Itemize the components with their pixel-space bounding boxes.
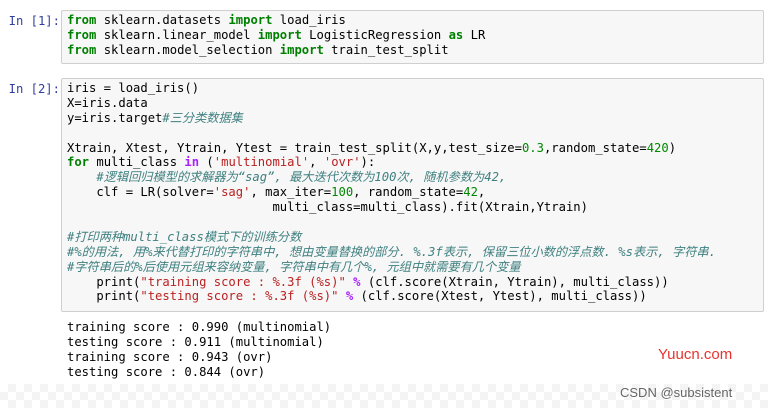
code-token: "training score : %.3f (%s)": [140, 274, 346, 289]
code-token: 42: [463, 185, 478, 200]
code-token: sklearn.datasets: [96, 13, 229, 27]
code-line: #打印两种multi_class模式下的训练分数: [67, 230, 758, 245]
code-line: print("testing score : %.3f (%s)" % (clf…: [67, 289, 758, 304]
code-token: #逻辑回归模型的求解器为“sag”, 最大迭代次数为100次, 随机参数为42,: [96, 170, 507, 185]
output-line: testing score : 0.911 (multinomial): [67, 335, 324, 349]
code-line: multi_class=multi_class).fit(Xtrain,Ytra…: [67, 200, 758, 215]
code-token: %: [353, 274, 361, 289]
code-token: , max_iter=: [250, 185, 332, 200]
code-token: from: [67, 27, 97, 42]
code-token: #打印两种multi_class模式下的训练分数: [67, 229, 302, 244]
code-line: from sklearn.linear_model import Logisti…: [67, 28, 758, 43]
code-token: import: [228, 13, 273, 27]
code-token: y=iris.target: [67, 110, 163, 125]
code-line: y=iris.target#三分类数据集: [67, 111, 758, 126]
code-token: sklearn.linear_model: [96, 27, 258, 42]
code-token: load_iris: [272, 13, 346, 27]
code-token: iris = load_iris(): [67, 81, 200, 95]
code-token: 0.3: [521, 140, 544, 155]
code-token: #%的用法, 用%来代替打印的字符串中, 想由变量替换的部分. %.3f表示, …: [67, 244, 716, 259]
code-line: for multi_class in ('multinomial', 'ovr'…: [67, 155, 758, 170]
code-line: iris = load_iris(): [67, 81, 758, 96]
output-line: training score : 0.990 (multinomial): [67, 320, 332, 334]
code-input[interactable]: from sklearn.datasets import load_iris fr…: [61, 10, 764, 64]
code-line: from sklearn.datasets import load_iris: [67, 13, 758, 28]
code-token: ): [668, 140, 677, 155]
code-token: ,random_state=: [543, 140, 647, 155]
code-token: (clf.score(Xtrain, Ytrain), multi_class)…: [360, 274, 669, 289]
code-input[interactable]: iris = load_iris() X=iris.data y=iris.targ…: [61, 78, 764, 312]
code-token: X=iris.data: [67, 95, 148, 110]
code-token: , random_state=: [353, 185, 464, 200]
code-token: ,: [309, 155, 324, 170]
code-token: 'ovr': [323, 155, 361, 170]
output-line: training score : 0.943 (ovr): [67, 350, 273, 364]
code-token: LR: [463, 27, 486, 42]
code-token: for: [67, 155, 90, 170]
code-token: 420: [646, 140, 669, 155]
code-token: print(: [67, 289, 141, 304]
code-line: #逻辑回归模型的求解器为“sag”, 最大迭代次数为100次, 随机参数为42,: [67, 170, 758, 185]
output-line: testing score : 0.844 (ovr): [67, 365, 266, 379]
code-token: from: [67, 13, 97, 27]
code-token: (: [199, 155, 214, 170]
cell-output: training score : 0.990 (multinomial) tes…: [67, 320, 331, 380]
code-token: "testing score : %.3f (%s)": [140, 289, 339, 304]
code-token: train_test_split: [323, 42, 449, 57]
code-token: print(: [67, 274, 141, 289]
code-token: multi_class=multi_class).fit(Xtrain,Ytra…: [67, 200, 588, 215]
code-token: import: [257, 27, 302, 42]
code-token: LogisticRegression: [301, 27, 449, 42]
code-token: as: [448, 27, 464, 42]
code-token: clf = LR(solver=: [67, 185, 214, 200]
code-token: 100: [331, 185, 354, 200]
author-watermark: CSDN @subsistent: [620, 385, 733, 400]
code-token: ):: [360, 155, 376, 170]
code-token: 'sag': [213, 185, 251, 200]
code-token: #三分类数据集: [162, 110, 243, 125]
code-line: #%的用法, 用%来代替打印的字符串中, 想由变量替换的部分. %.3f表示, …: [67, 245, 758, 260]
code-line: clf = LR(solver='sag', max_iter=100, ran…: [67, 185, 758, 200]
code-line: X=iris.data: [67, 96, 758, 111]
code-token: 'multinomial': [213, 155, 310, 170]
code-token: sklearn.model_selection: [96, 42, 280, 57]
code-line: Xtrain, Xtest, Ytrain, Ytest = train_tes…: [67, 141, 758, 156]
code-token: #字符串后的%后使用元组来容纳变量, 字符串中有几个%, 元组中就需要有几个变量: [67, 259, 521, 274]
code-line: print("training score : %.3f (%s)" % (cl…: [67, 275, 758, 290]
code-line: from sklearn.model_selection import trai…: [67, 43, 758, 58]
code-token: from: [67, 42, 97, 57]
cell-prompt: In [2]:: [8, 82, 60, 96]
code-token: Xtrain, Xtest, Ytrain, Ytest = train_tes…: [67, 140, 522, 155]
code-token: (clf.score(Xtest, Ytest), multi_class)): [353, 289, 647, 304]
cell-prompt: In [1]:: [8, 14, 60, 28]
code-token: in: [184, 155, 200, 170]
site-watermark: Yuucn.com: [658, 346, 733, 363]
code-line: #字符串后的%后使用元组来容纳变量, 字符串中有几个%, 元组中就需要有几个变量: [67, 260, 758, 275]
code-token: multi_class: [89, 155, 185, 170]
code-token: ,: [477, 185, 486, 200]
code-token: import: [279, 42, 324, 57]
